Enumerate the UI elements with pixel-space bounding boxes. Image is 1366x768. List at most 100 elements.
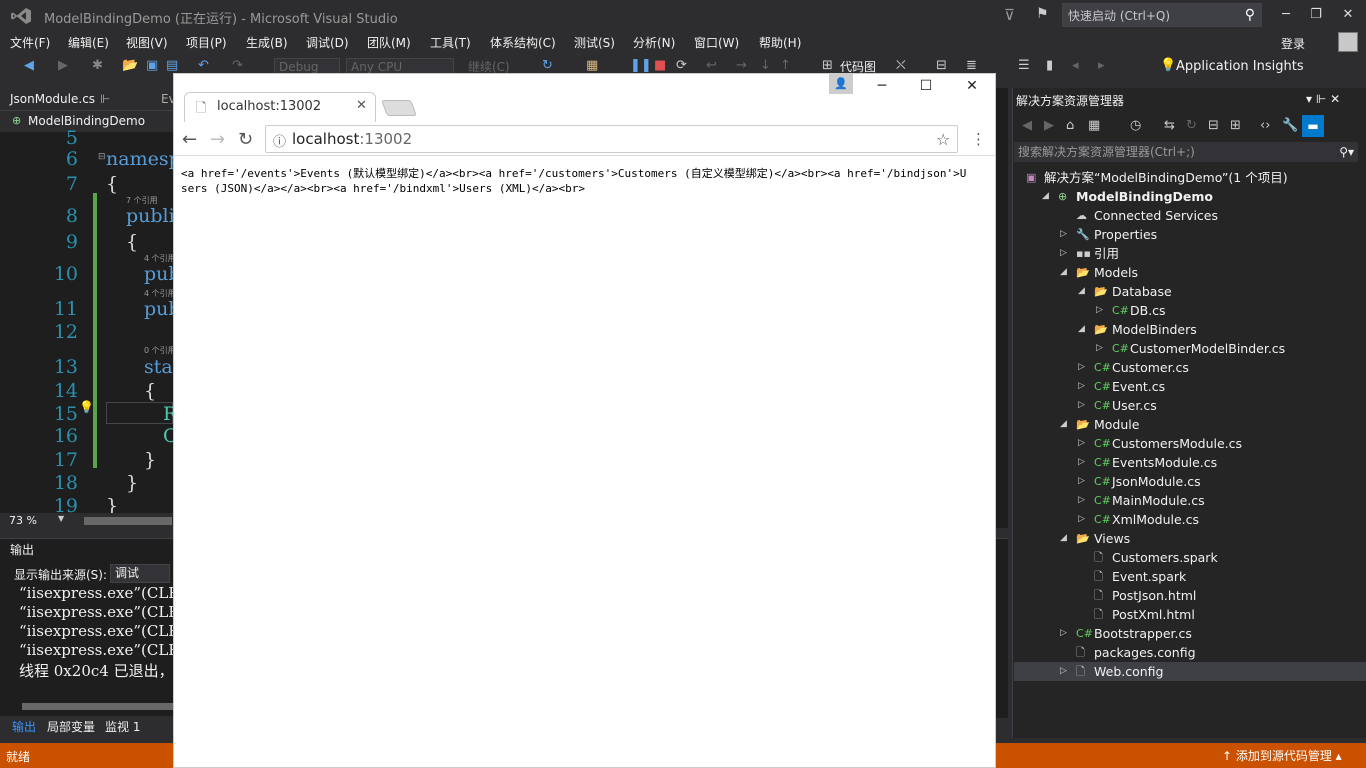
expand-arrow-icon[interactable]: ▷	[1078, 453, 1085, 472]
forward-icon[interactable]: ▶	[1044, 118, 1054, 133]
format-icon[interactable]: ≣	[966, 58, 977, 73]
add-to-source-control-button[interactable]: ↑ 添加到源代码管理 ▴	[1222, 747, 1342, 764]
tree-node[interactable]: ▣ 解决方案“ModelBindingDemo”(1 个项目)	[1014, 168, 1366, 187]
redo-icon[interactable]: ↷	[232, 58, 243, 73]
menu-project[interactable]: 项目(P)	[186, 34, 227, 51]
step-into-icon[interactable]: ↓	[760, 58, 771, 73]
tab-watch[interactable]: 监视 1	[105, 718, 140, 735]
menu-team[interactable]: 团队(M)	[367, 34, 411, 51]
tree-node[interactable]: ▷ C# Event.cs	[1014, 377, 1366, 396]
tab-close-icon[interactable]: ✕	[356, 98, 367, 113]
tree-node[interactable]: ▷ C# MainModule.cs	[1014, 491, 1366, 510]
expand-arrow-icon[interactable]: ▷	[1096, 301, 1103, 320]
login-link[interactable]: 登录	[1281, 35, 1305, 52]
tree-node[interactable]: ▷ 🗋 Web.config	[1014, 662, 1366, 681]
tree-node[interactable]: ☁ Connected Services	[1014, 206, 1366, 225]
tree-node[interactable]: ▷ C# CustomersModule.cs	[1014, 434, 1366, 453]
open-icon[interactable]: 📂	[122, 58, 138, 73]
browser-menu-icon[interactable]: ⋮	[971, 130, 986, 148]
expand-arrow-icon[interactable]: ▷	[1078, 396, 1085, 415]
step-icon[interactable]: ↩	[706, 58, 717, 73]
expand-arrow-icon[interactable]: ▷	[1078, 491, 1085, 510]
breakpoint-tool-icon[interactable]: ⛌	[896, 58, 906, 73]
new-tab-button[interactable]	[381, 100, 417, 116]
expand-arrow-icon[interactable]: ▷	[1060, 662, 1067, 681]
output-source-select[interactable]: 调试	[110, 564, 170, 583]
tree-node[interactable]: ▷ C# User.cs	[1014, 396, 1366, 415]
comment-icon[interactable]: ☰	[1018, 58, 1030, 73]
tree-node[interactable]: ▷ C# XmlModule.cs	[1014, 510, 1366, 529]
account-avatar[interactable]	[1338, 32, 1358, 52]
quick-launch-input[interactable]: 快速启动 (Ctrl+Q) ⚲	[1062, 3, 1262, 27]
tree-node[interactable]: ◢ 📂 Views	[1014, 529, 1366, 548]
collapse-all-icon[interactable]: ⊟	[1208, 118, 1219, 133]
browser-maximize-button[interactable]: ☐	[916, 78, 936, 94]
expand-arrow-icon[interactable]: ▷	[1060, 225, 1067, 244]
undo-icon[interactable]: ↶	[198, 58, 209, 73]
switch-views-icon[interactable]: ▦	[1088, 118, 1100, 133]
pending-changes-icon[interactable]: ◷	[1130, 118, 1141, 133]
expand-arrow-icon[interactable]: ▷	[1078, 434, 1085, 453]
tab-jsonmodule[interactable]: JsonModule.cs	[10, 92, 95, 106]
tree-node[interactable]: ▷ C# Bootstrapper.cs	[1014, 624, 1366, 643]
pin-icon[interactable]: ⊩	[100, 92, 110, 106]
back-icon[interactable]: ◀	[24, 58, 34, 73]
menu-tools[interactable]: 工具(T)	[430, 34, 471, 51]
save-icon[interactable]: ▣	[146, 58, 158, 73]
output-scrollbar[interactable]	[22, 703, 173, 710]
back-icon[interactable]: ◀	[1022, 118, 1032, 133]
application-insights-button[interactable]: Application Insights	[1176, 59, 1304, 74]
menu-test[interactable]: 测试(S)	[574, 34, 615, 51]
tree-node[interactable]: ▷ 🔧 Properties	[1014, 225, 1366, 244]
menu-window[interactable]: 窗口(W)	[694, 34, 739, 51]
expand-arrow-icon[interactable]: ◢	[1078, 320, 1085, 339]
horizontal-scrollbar[interactable]	[84, 517, 172, 525]
browser-reload-icon[interactable]: ↻	[238, 129, 253, 150]
new-project-icon[interactable]: ✱	[92, 58, 103, 73]
refresh-icon[interactable]: ↻	[1186, 118, 1197, 133]
pause-icon[interactable]: ❚❚	[630, 58, 652, 73]
expand-arrow-icon[interactable]: ◢	[1078, 282, 1085, 301]
minimize-button[interactable]: ─	[1272, 4, 1300, 26]
expand-arrow-icon[interactable]: ◢	[1060, 263, 1067, 282]
refresh-icon[interactable]: ↻	[542, 58, 553, 73]
expand-arrow-icon[interactable]: ◢	[1060, 415, 1067, 434]
filter-icon[interactable]: ⊽	[1004, 6, 1015, 24]
tree-node[interactable]: ◢ 📂 Models	[1014, 263, 1366, 282]
nav-project-select[interactable]: ModelBindingDemo	[28, 114, 145, 128]
layout-icon[interactable]: ⊟	[936, 58, 947, 73]
view-code-icon[interactable]: ‹›	[1260, 118, 1270, 133]
tree-node[interactable]: 🗋 Customers.spark	[1014, 548, 1366, 567]
tree-node[interactable]: ◢ 📂 ModelBinders	[1014, 320, 1366, 339]
panel-options[interactable]: ▾ ⊩ ✕	[1306, 92, 1340, 106]
zoom-select[interactable]: 73 %	[9, 514, 37, 527]
menu-debug[interactable]: 调试(D)	[306, 34, 349, 51]
codelens-references[interactable]: 0 个引用	[144, 345, 176, 356]
info-icon[interactable]: ⓘ	[273, 131, 286, 150]
lightbulb-icon[interactable]: 💡	[79, 400, 94, 414]
tree-node[interactable]: ◢ 📂 Database	[1014, 282, 1366, 301]
stop-icon[interactable]: ■	[654, 58, 666, 73]
close-button[interactable]: ✕	[1334, 4, 1362, 26]
tree-node[interactable]: 🗋 Event.spark	[1014, 567, 1366, 586]
chevron-down-icon[interactable]: ▼	[58, 514, 64, 523]
menu-view[interactable]: 视图(V)	[126, 34, 168, 51]
expand-arrow-icon[interactable]: ◢	[1060, 529, 1067, 548]
sync-icon[interactable]: ⇆	[1164, 118, 1175, 133]
expand-arrow-icon[interactable]: ▷	[1060, 624, 1067, 643]
preview-selected-icon[interactable]: ▬	[1302, 115, 1324, 137]
menu-edit[interactable]: 编辑(E)	[68, 34, 109, 51]
tree-node[interactable]: ▷ C# EventsModule.cs	[1014, 453, 1366, 472]
browser-forward-icon[interactable]: →	[210, 129, 225, 150]
expand-arrow-icon[interactable]: ▷	[1096, 339, 1103, 358]
maximize-button[interactable]: ❐	[1302, 4, 1330, 26]
tree-node[interactable]: 🗋 PostJson.html	[1014, 586, 1366, 605]
bookmark-icon[interactable]: ▮	[1046, 58, 1053, 73]
notification-icon[interactable]: ⚑	[1036, 6, 1049, 22]
expand-arrow-icon[interactable]: ▷	[1078, 472, 1085, 491]
expand-arrow-icon[interactable]: ▷	[1060, 244, 1067, 263]
tree-node[interactable]: ▷ C# CustomerModelBinder.cs	[1014, 339, 1366, 358]
menu-analyze[interactable]: 分析(N)	[633, 34, 675, 51]
fold-icon[interactable]: ⊟	[98, 152, 106, 162]
tree-node[interactable]: ◢ 📂 Module	[1014, 415, 1366, 434]
